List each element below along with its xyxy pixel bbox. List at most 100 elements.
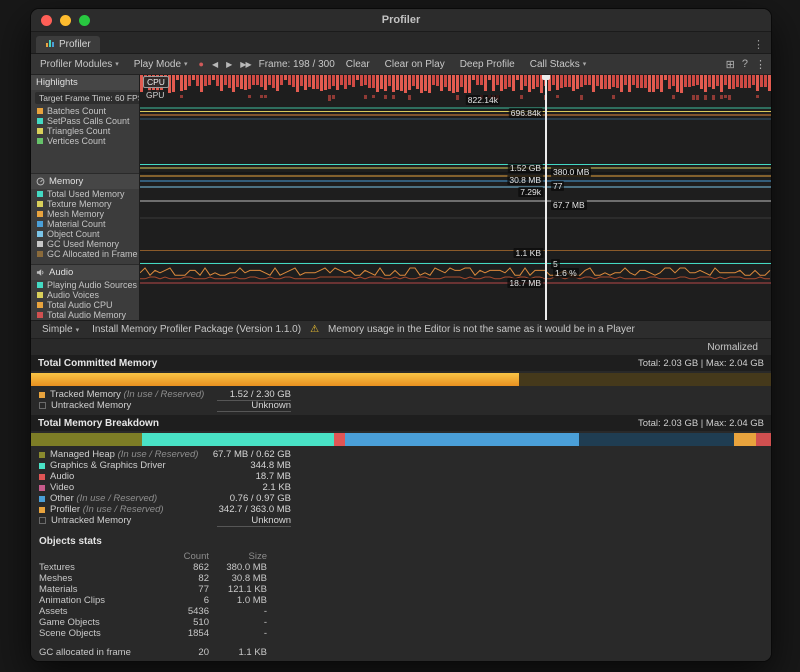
legend-label: Profiler (In use / Reserved): [50, 504, 164, 515]
legend-swatch: [39, 402, 46, 409]
counter-swatch: [37, 108, 43, 114]
frame-counter: Frame: 198 / 300: [259, 59, 335, 70]
managed-heap-segment: [31, 433, 142, 446]
legend-row-profiler[interactable]: Profiler (In use / Reserved) 342.7 / 363.…: [39, 504, 291, 515]
profiler-chart[interactable]: CPU GPU 822.14k696.84k1.52 GB380.0 MB30.…: [140, 75, 771, 320]
call-stacks-dropdown[interactable]: Call Stacks ▾: [526, 58, 591, 71]
reserved-remainder-segment: [519, 373, 771, 386]
legend-swatch: [39, 392, 45, 398]
counter-gc-allocated-in-frame[interactable]: GC Allocated in Frame: [31, 249, 139, 259]
module-header-audio[interactable]: Audio: [31, 265, 139, 280]
counter-total-used-memory[interactable]: Total Used Memory: [31, 189, 139, 199]
legend-value: 18.7 MB: [217, 471, 291, 482]
counter-setpass-calls-count[interactable]: SetPass Calls Count: [31, 116, 139, 126]
playhead-handle[interactable]: [542, 75, 550, 80]
legend-value: 2.1 KB: [217, 482, 291, 493]
legend-label: Managed Heap (In use / Reserved): [50, 449, 198, 460]
counter-label: Total Audio CPU: [47, 300, 113, 310]
counter-vertices-count[interactable]: Vertices Count: [31, 136, 139, 146]
cell: 862: [151, 562, 209, 573]
legend-value: 67.7 MB / 0.62 GB: [213, 449, 291, 460]
counter-swatch: [37, 231, 43, 237]
next-frame-button[interactable]: ▶: [225, 60, 232, 69]
gc-allocated-row: GC allocated in frame201.1 KB: [39, 647, 763, 658]
legend-value: Unknown: [217, 515, 291, 527]
counter-swatch: [37, 302, 43, 308]
help-icon[interactable]: ?: [742, 58, 748, 70]
memory-breakdown-bar: [31, 433, 771, 446]
counter-triangles-count[interactable]: Triangles Count: [31, 126, 139, 136]
deep-profile-toggle[interactable]: Deep Profile: [456, 58, 519, 71]
legend-row-other[interactable]: Other (In use / Reserved)0.76 / 0.97 GB: [39, 493, 291, 504]
counter-gc-used-memory[interactable]: GC Used Memory: [31, 239, 139, 249]
normalized-toggle[interactable]: Normalized: [702, 341, 763, 354]
tab-bar: Profiler ⋮: [31, 32, 771, 54]
cell: Textures: [39, 562, 151, 573]
normalized-row: Normalized: [31, 339, 771, 355]
zoom-window-button[interactable]: [79, 15, 90, 26]
band-separator: [140, 172, 771, 174]
legend-row-tracked-memory[interactable]: Tracked Memory (In use / Reserved)1.52 /…: [39, 389, 291, 400]
profiler-modules-label: Profiler Modules: [40, 59, 112, 70]
target-frame-time-chip[interactable]: Target Frame Time: 60 FPS: [35, 92, 140, 104]
legend-row-video[interactable]: Video2.1 KB: [39, 482, 291, 493]
counter-mesh-memory[interactable]: Mesh Memory: [31, 209, 139, 219]
profiler-modules-dropdown[interactable]: Profiler Modules ▾: [36, 58, 123, 71]
counter-total-audio-memory[interactable]: Total Audio Memory: [31, 310, 139, 320]
memory-detail-pane: Normalized Total Committed Memory Total:…: [31, 339, 771, 661]
close-window-button[interactable]: [41, 15, 52, 26]
playhead[interactable]: [545, 75, 547, 320]
chart-value-label: 18.7 MB: [507, 278, 543, 288]
legend-swatch: [39, 463, 45, 469]
committed-memory-bar: [31, 373, 771, 386]
counter-object-count[interactable]: Object Count: [31, 229, 139, 239]
legend-value: 342.7 / 363.0 MB: [217, 504, 291, 515]
counter-playing-audio-sources[interactable]: Playing Audio Sources: [31, 280, 139, 290]
legend-row-untracked-memory[interactable]: Untracked MemoryUnknown: [39, 515, 291, 526]
band-separator: [140, 260, 771, 262]
cpu-chart-toggle[interactable]: CPU: [143, 76, 169, 88]
titlebar[interactable]: Profiler: [31, 9, 771, 32]
cell: 1.0 MB: [209, 595, 267, 606]
prev-frame-button[interactable]: ◀: [211, 60, 218, 69]
counter-batches-count[interactable]: Batches Count: [31, 106, 139, 116]
tracked-used-segment: [31, 373, 519, 386]
toolbar-right-icons: ⊞ ? ⋮: [726, 58, 766, 71]
counter-swatch: [37, 251, 43, 257]
tab-profiler[interactable]: Profiler: [36, 36, 100, 53]
module-header-memory[interactable]: Memory: [31, 174, 139, 189]
cell: Meshes: [39, 573, 151, 584]
detail-view-dropdown[interactable]: Simple ▾: [38, 323, 83, 336]
legend-label: Audio: [50, 471, 74, 482]
counter-material-count[interactable]: Material Count: [31, 219, 139, 229]
gpu-chart-toggle[interactable]: GPU: [143, 90, 167, 100]
counter-audio-voices[interactable]: Audio Voices: [31, 290, 139, 300]
chart-value-label: 380.0 MB: [551, 167, 591, 177]
cell: -: [209, 628, 267, 639]
modules-layout-icon[interactable]: ⊞: [726, 58, 735, 71]
legend-row-untracked-memory[interactable]: Untracked MemoryUnknown: [39, 400, 291, 411]
counter-total-audio-cpu[interactable]: Total Audio CPU: [31, 300, 139, 310]
record-button[interactable]: ●: [199, 59, 204, 69]
play-mode-dropdown[interactable]: Play Mode ▾: [130, 58, 192, 71]
gauge-icon: [36, 177, 45, 186]
counter-swatch: [37, 118, 43, 124]
module-header-highlights[interactable]: Highlights: [31, 75, 139, 90]
install-memory-profiler-link[interactable]: Install Memory Profiler Package (Version…: [92, 324, 301, 335]
size-column-header: Size: [209, 551, 267, 562]
counter-swatch: [37, 128, 43, 134]
tab-menu-icon[interactable]: ⋮: [753, 38, 764, 51]
clear-button[interactable]: Clear: [342, 58, 374, 71]
counter-texture-memory[interactable]: Texture Memory: [31, 199, 139, 209]
profiler-segment: [734, 433, 756, 446]
legend-row-audio[interactable]: Audio 18.7 MB: [39, 471, 291, 482]
cell: GC allocated in frame: [39, 647, 151, 658]
menu-icon[interactable]: ⋮: [755, 58, 766, 71]
clear-on-play-toggle[interactable]: Clear on Play: [381, 58, 449, 71]
legend-row-graphics-graphics-driver[interactable]: Graphics & Graphics Driver344.8 MB: [39, 460, 291, 471]
tab-label: Profiler: [59, 39, 91, 50]
minimize-window-button[interactable]: [60, 15, 71, 26]
legend-row-managed-heap[interactable]: Managed Heap (In use / Reserved) 67.7 MB …: [39, 449, 291, 460]
current-frame-button[interactable]: ▶▶: [239, 60, 251, 69]
chevron-down-icon: ▾: [76, 326, 80, 334]
